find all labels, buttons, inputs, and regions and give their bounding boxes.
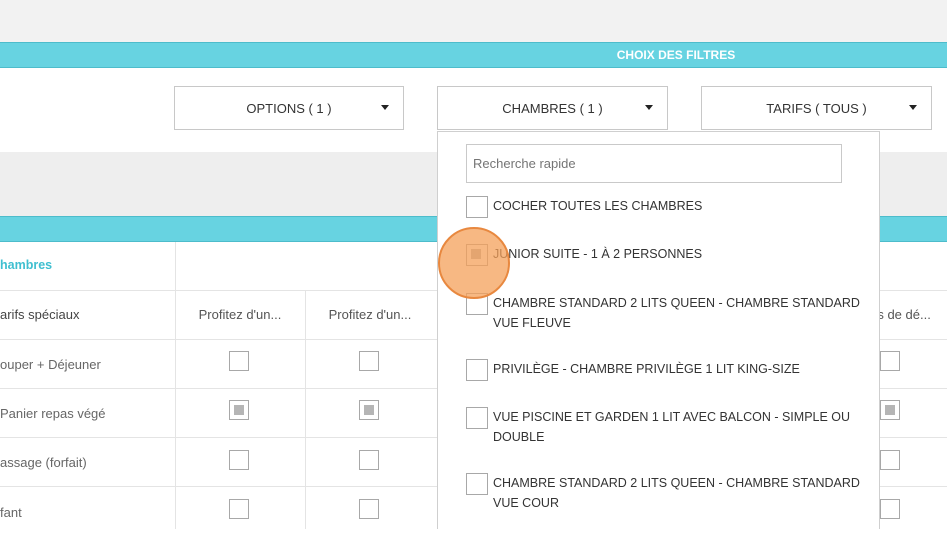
- row-checkbox[interactable]: [359, 351, 379, 371]
- tarifs-dropdown-label: TARIFS ( TOUS ): [766, 100, 867, 116]
- row-checkbox[interactable]: [880, 400, 900, 420]
- option-label: CHAMBRE STANDARD 2 LITS QUEEN - CHAMBRE …: [493, 476, 860, 510]
- row-label: arifs spéciaux: [0, 307, 80, 322]
- row-checkbox[interactable]: [229, 351, 249, 371]
- row-checkbox[interactable]: [359, 400, 379, 420]
- options-dropdown-label: OPTIONS ( 1 ): [246, 100, 332, 116]
- chevron-down-icon: [381, 105, 389, 110]
- row-checkbox[interactable]: [359, 450, 379, 470]
- column-header: Profitez d'un...: [198, 307, 282, 322]
- row-label: assage (forfait): [0, 455, 87, 470]
- chambres-dropdown-label: CHAMBRES ( 1 ): [502, 100, 603, 116]
- option-label: PRIVILÈGE - CHAMBRE PRIVILÈGE 1 LIT KING…: [493, 362, 800, 376]
- option-checkbox[interactable]: [466, 196, 488, 218]
- row-label: Panier repas végé: [0, 406, 106, 421]
- row-label: ouper + Déjeuner: [0, 357, 101, 372]
- filter-header-bar: CHOIX DES FILTRES: [0, 42, 947, 68]
- column-header: rs de dé...: [873, 307, 931, 322]
- table-header-label: hambres: [0, 258, 53, 272]
- option-checkbox[interactable]: [466, 473, 488, 495]
- row-checkbox[interactable]: [229, 400, 249, 420]
- filter-title: CHOIX DES FILTRES: [616, 48, 736, 62]
- row-checkbox[interactable]: [880, 450, 900, 470]
- tarifs-dropdown[interactable]: TARIFS ( TOUS ): [701, 86, 932, 130]
- row-checkbox[interactable]: [229, 499, 249, 519]
- chevron-down-icon: [909, 105, 917, 110]
- chambres-dropdown[interactable]: CHAMBRES ( 1 ): [437, 86, 668, 130]
- row-checkbox[interactable]: [880, 351, 900, 371]
- column-header: Profitez d'un...: [328, 307, 412, 322]
- top-area: [0, 0, 947, 42]
- option-label: VUE PISCINE ET GARDEN 1 LIT AVEC BALCON …: [493, 410, 851, 444]
- row-label: fant: [0, 505, 22, 520]
- option-label: JUNIOR SUITE - 1 À 2 PERSONNES: [493, 247, 703, 261]
- option-checkbox[interactable]: [466, 359, 488, 381]
- row-checkbox[interactable]: [359, 499, 379, 519]
- options-dropdown[interactable]: OPTIONS ( 1 ): [174, 86, 404, 130]
- row-checkbox[interactable]: [880, 499, 900, 519]
- option-checkbox[interactable]: [466, 407, 488, 429]
- option-label: CHAMBRE STANDARD 2 LITS QUEEN - CHAMBRE …: [493, 296, 860, 330]
- click-indicator: [438, 227, 510, 299]
- chambres-dropdown-panel: COCHER TOUTES LES CHAMBRES JUNIOR SUITE …: [437, 131, 880, 529]
- quick-search-input[interactable]: [466, 144, 842, 183]
- chevron-down-icon: [645, 105, 653, 110]
- option-label: COCHER TOUTES LES CHAMBRES: [493, 199, 703, 213]
- row-checkbox[interactable]: [229, 450, 249, 470]
